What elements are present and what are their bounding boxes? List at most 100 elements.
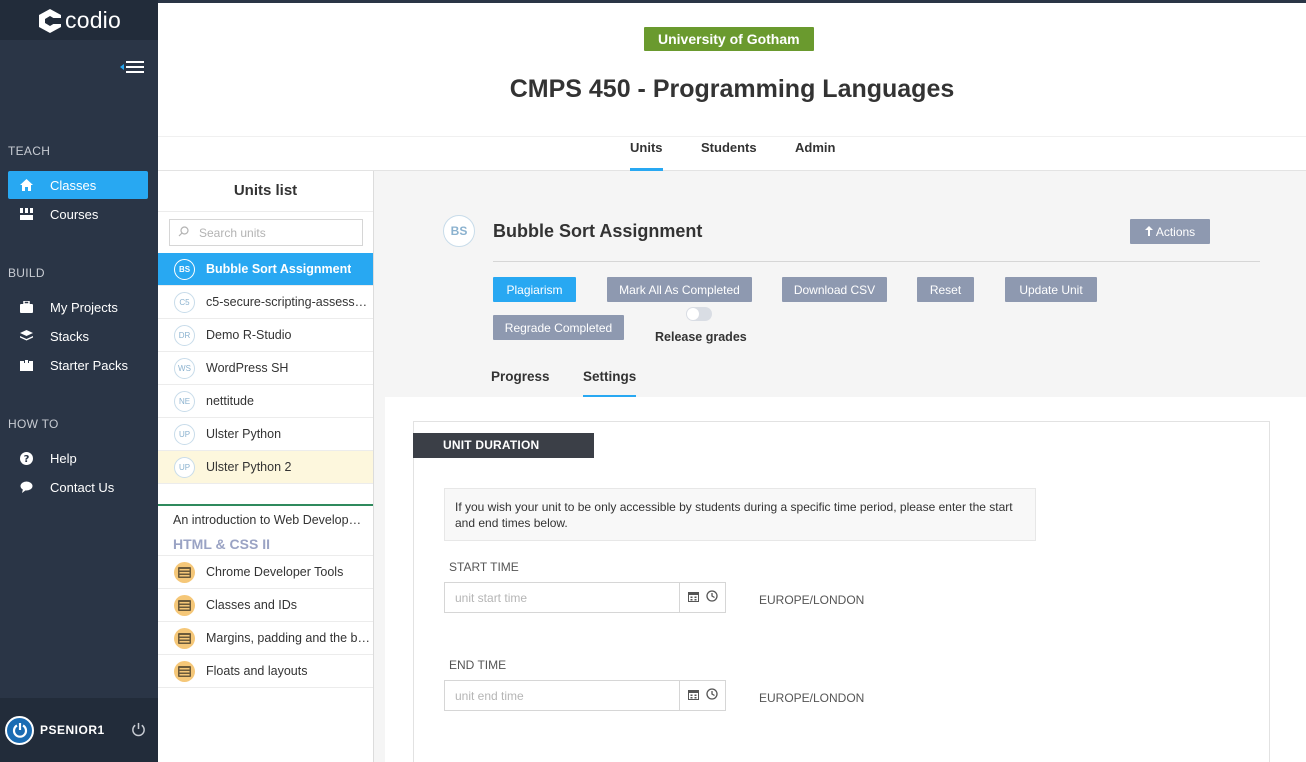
logo[interactable]: codio: [0, 0, 158, 40]
username: PSENIOR1: [40, 723, 105, 737]
course-item-name: Chrome Developer Tools: [206, 565, 344, 579]
sidebar-item-my-projects[interactable]: My Projects: [8, 293, 148, 321]
list-item[interactable]: BS Bubble Sort Assignment: [158, 253, 373, 286]
list-item[interactable]: Floats and layouts: [158, 655, 373, 688]
sidebar-item-stacks[interactable]: Stacks: [8, 322, 148, 350]
divider: [493, 261, 1260, 262]
user-bar: PSENIOR1: [0, 698, 158, 762]
svg-text:?: ?: [23, 454, 29, 465]
sidebar-toggle-icon[interactable]: [118, 58, 146, 76]
home-icon: [19, 178, 33, 192]
section-title-teach: TEACH: [8, 144, 51, 158]
clock-icon[interactable]: [705, 687, 718, 705]
assignment-pack-icon: [174, 660, 195, 682]
list-item[interactable]: Margins, padding and the box model: [158, 622, 373, 655]
unit-name: Ulster Python 2: [206, 460, 292, 474]
list-item[interactable]: Classes and IDs: [158, 589, 373, 622]
sidebar-item-classes[interactable]: Classes: [8, 171, 148, 199]
sidebar-item-label: Contact Us: [50, 479, 115, 495]
box-icon: [19, 358, 33, 372]
logout-power-icon[interactable]: [131, 722, 146, 742]
actions-button[interactable]: Actions: [1130, 219, 1210, 244]
start-time-placeholder: unit start time: [455, 590, 528, 605]
search-placeholder: Search units: [199, 225, 266, 240]
university-badge: University of Gotham: [644, 27, 814, 51]
search-icon: [178, 224, 189, 242]
tab-units[interactable]: Units: [630, 140, 663, 171]
list-item[interactable]: NE nettitude: [158, 385, 373, 418]
calendar-icon[interactable]: [687, 589, 699, 607]
assignment-pack-icon: [174, 627, 195, 649]
layers-icon: [19, 329, 33, 343]
start-time-label: START TIME: [449, 560, 519, 574]
sidebar-item-starter-packs[interactable]: Starter Packs: [8, 351, 148, 379]
regrade-completed-button[interactable]: Regrade Completed: [493, 315, 624, 340]
unit-initials-badge: DR: [174, 324, 195, 346]
actions-label: Actions: [1155, 224, 1196, 239]
sidebar-item-contact-us[interactable]: Contact Us: [8, 473, 148, 501]
assignment-pack-icon: [174, 594, 195, 616]
end-time-label: END TIME: [449, 658, 507, 672]
tab-progress[interactable]: Progress: [491, 369, 550, 397]
tab-settings[interactable]: Settings: [583, 369, 637, 398]
unit-avatar: BS: [443, 215, 475, 247]
units-list-title: Units list: [158, 171, 373, 212]
mark-all-completed-button[interactable]: Mark All As Completed: [607, 277, 752, 302]
section-title-build: BUILD: [8, 266, 45, 280]
sidebar-item-courses[interactable]: Courses: [8, 200, 148, 228]
sidebar-item-help[interactable]: ? Help: [8, 444, 148, 472]
avatar[interactable]: [5, 715, 34, 745]
calendar-icon[interactable]: [687, 687, 699, 705]
list-item[interactable]: UP Ulster Python: [158, 418, 373, 451]
unit-initials-badge: UP: [174, 456, 195, 478]
unit-name: Ulster Python: [206, 427, 282, 441]
list-item[interactable]: C5 c5-secure-scripting-assessment: [158, 286, 373, 319]
briefcase-icon: [19, 300, 33, 314]
tab-students[interactable]: Students: [701, 140, 757, 170]
chat-icon: [19, 480, 33, 494]
sidebar-item-label: Stacks: [50, 328, 90, 344]
course-subtitle: HTML & CSS II: [173, 536, 270, 552]
plagiarism-button[interactable]: Plagiarism: [493, 277, 576, 302]
sidebar-item-label: Help: [50, 450, 77, 466]
start-timezone: EUROPE/LONDON: [759, 593, 865, 607]
unit-duration-card: UNIT DURATION If you wish your unit to b…: [413, 421, 1270, 762]
release-grades-toggle[interactable]: [686, 307, 712, 321]
unit-title: Bubble Sort Assignment: [493, 221, 703, 241]
list-item[interactable]: Chrome Developer Tools: [158, 556, 373, 589]
unit-initials-badge: UP: [174, 423, 195, 445]
sidebar: codio TEACH Classes Courses BUILD My Pro…: [0, 0, 158, 762]
unit-name: c5-secure-scripting-assessment: [206, 295, 373, 309]
course-divider: [158, 504, 373, 506]
clock-icon[interactable]: [705, 589, 718, 607]
start-time-field[interactable]: unit start time: [444, 582, 726, 613]
unit-name: nettitude: [206, 394, 254, 408]
units-list-panel: Units list Search units BS Bubble Sort A…: [158, 171, 374, 762]
list-item[interactable]: UP Ulster Python 2: [158, 451, 373, 484]
settings-panel: UNIT DURATION If you wish your unit to b…: [385, 397, 1306, 762]
grid-icon: [19, 207, 33, 221]
unit-initials-badge: BS: [174, 258, 195, 280]
section-title-how-to: HOW TO: [8, 417, 59, 431]
unit-initials-badge: C5: [174, 291, 195, 313]
download-csv-button[interactable]: Download CSV: [782, 277, 887, 302]
unit-name: Demo R-Studio: [206, 328, 292, 342]
section-title: UNIT DURATION: [413, 433, 594, 458]
sidebar-item-label: Starter Packs: [50, 357, 129, 373]
end-time-field[interactable]: unit end time: [444, 680, 726, 711]
course-title[interactable]: An introduction to Web Development: [173, 513, 365, 527]
update-unit-button[interactable]: Update Unit: [1005, 277, 1097, 302]
arrow-up-icon: [1144, 225, 1153, 239]
end-timezone: EUROPE/LONDON: [759, 691, 865, 705]
info-text: If you wish your unit to be only accessi…: [444, 488, 1036, 541]
list-item[interactable]: DR Demo R-Studio: [158, 319, 373, 352]
end-time-placeholder: unit end time: [455, 688, 524, 703]
tab-admin[interactable]: Admin: [795, 140, 835, 170]
assignment-pack-icon: [174, 561, 195, 583]
search-units-input[interactable]: Search units: [169, 219, 363, 246]
release-grades-label: Release grades: [655, 330, 747, 344]
course-item-name: Margins, padding and the box model: [206, 631, 373, 645]
unit-initials-badge: WS: [174, 357, 195, 379]
reset-button[interactable]: Reset: [917, 277, 974, 302]
list-item[interactable]: WS WordPress SH: [158, 352, 373, 385]
